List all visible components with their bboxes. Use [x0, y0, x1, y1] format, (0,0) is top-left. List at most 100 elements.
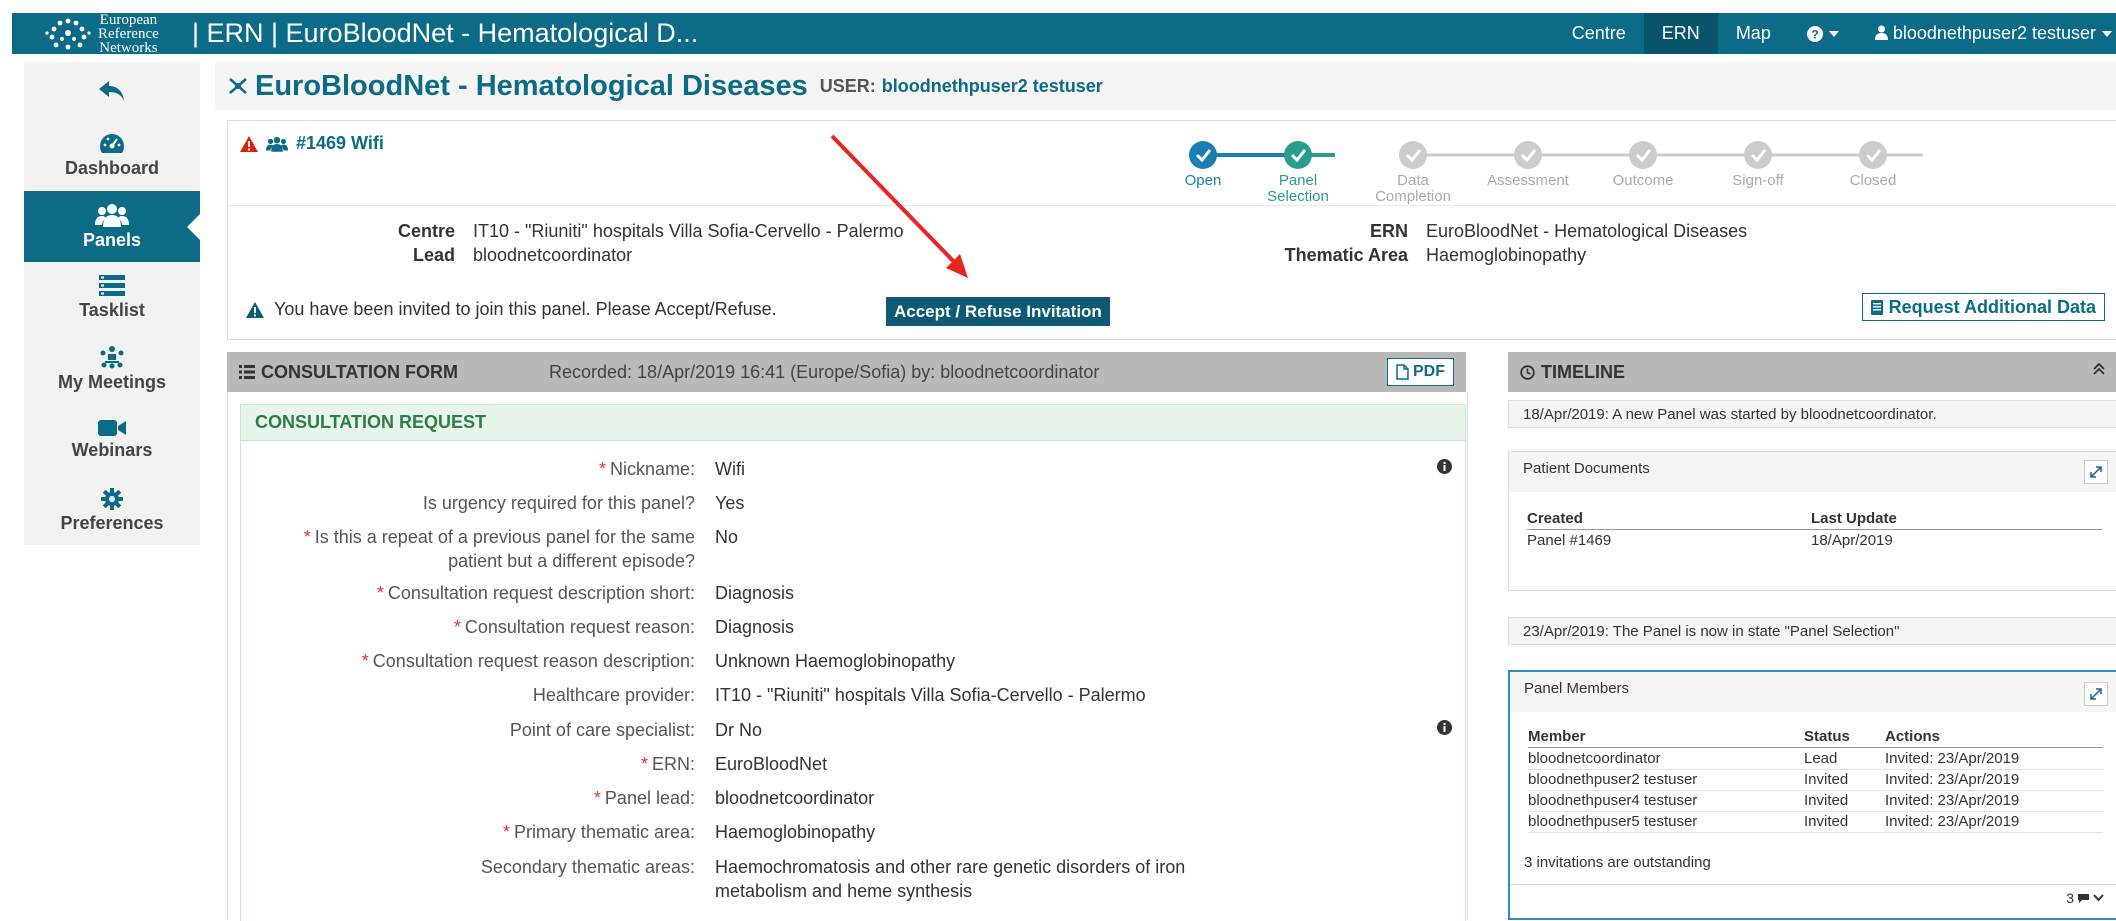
member-status: Invited	[1804, 792, 1849, 809]
timeline-header: TIMELINE	[1508, 352, 2116, 392]
col-last-update: Last Update	[1811, 510, 1897, 527]
lead-value: bloodnetcoordinator	[473, 245, 633, 265]
tasklist-icon	[99, 274, 125, 296]
invite-notice: You have been invited to join this panel…	[246, 299, 777, 320]
col-status: Status	[1804, 728, 1850, 745]
required-marker: *	[640, 754, 648, 774]
field-label: * Consultation request description short:	[255, 581, 695, 605]
users-icon	[266, 136, 288, 152]
nav-map[interactable]: Map	[1718, 13, 1789, 54]
recorded-info: Recorded: 18/Apr/2019 16:41 (Europe/Sofi…	[549, 362, 1100, 382]
field-label: * Consultation request reason description…	[255, 649, 695, 673]
sidebar: Dashboard Panels Tasklist My Meetings We…	[24, 62, 201, 546]
ern-logo[interactable]: European Reference Networks	[44, 12, 159, 56]
field-label-text: Healthcare provider:	[532, 685, 695, 705]
nav-ern[interactable]: ERN	[1643, 13, 1718, 54]
sidebar-item-label: Webinars	[71, 439, 153, 460]
network-icon	[229, 78, 247, 94]
consultation-request-section: CONSULTATION REQUEST * Nickname: Wifi Is ur…	[240, 404, 1466, 921]
field-value: Unknown Haemoglobinopathy	[715, 651, 956, 671]
field-label: Healthcare provider:	[255, 683, 695, 707]
step-node-1[interactable]	[1284, 141, 1312, 169]
sidebar-item-tasklist[interactable]: Tasklist	[24, 262, 200, 333]
step-node-2[interactable]	[1399, 141, 1427, 169]
top-bar: European Reference Networks | ERN | Euro…	[12, 12, 2116, 56]
member-action: Invited: 23/Apr/2019	[1885, 792, 2020, 809]
nav-centre[interactable]: Centre	[1554, 13, 1644, 54]
col-actions: Actions	[1885, 728, 1941, 745]
comments-toggle[interactable]: 3	[2066, 890, 2104, 906]
user-icon	[1874, 25, 1888, 40]
expand-button[interactable]	[2084, 460, 2108, 484]
step-label: Data Completion	[1375, 172, 1451, 205]
field-label: * Panel lead:	[255, 786, 695, 810]
accept-refuse-button[interactable]: Accept / Refuse Invitation	[886, 297, 1110, 326]
ern-logo-icon	[45, 18, 91, 49]
panel-info-right: ERN EuroBloodNet - Hematological Diseases…	[1228, 219, 1748, 267]
pdf-button[interactable]: PDF	[1387, 358, 1454, 386]
panel-id: #1469 Wifi	[240, 133, 384, 154]
reply-arrow-icon	[99, 81, 124, 101]
sidebar-item-label: Dashboard	[64, 157, 160, 178]
member-member: bloodnethpuser4 testuser	[1528, 792, 1698, 809]
sidebar-item-panels[interactable]: Panels	[24, 191, 201, 262]
field-label: * Nickname:	[255, 457, 695, 481]
logo-line-3: Networks	[99, 39, 158, 56]
member-status: Invited	[1804, 771, 1849, 788]
patient-documents-card: Patient Documents Created Last Update Pa…	[1508, 451, 2116, 591]
field-label: * ERN:	[255, 752, 695, 776]
step-node-4[interactable]	[1629, 141, 1657, 169]
outstanding-text: 3 invitations are outstanding	[1524, 854, 1711, 871]
field-value: Haemoglobinopathy	[715, 822, 876, 842]
step-label: Assessment	[1487, 172, 1569, 189]
field-value: Yes	[715, 493, 745, 513]
info-icon[interactable]	[1437, 720, 1452, 735]
logo-line-2: Reference	[98, 25, 159, 42]
header-user-name: bloodnethpuser2 testuser	[881, 76, 1103, 96]
field-label: * Is this a repeat of a previous panel fo…	[255, 525, 695, 573]
ern-value: EuroBloodNet - Hematological Diseases	[1426, 221, 1748, 241]
member-action: Invited: 23/Apr/2019	[1885, 750, 2020, 767]
doc-updated: 18/Apr/2019	[1811, 532, 1893, 549]
step-label: Panel Selection	[1267, 172, 1329, 205]
info-icon[interactable]	[1437, 459, 1452, 474]
field-value: EuroBloodNet	[715, 754, 828, 774]
request-data-button[interactable]: Request Additional Data	[1861, 293, 2105, 321]
help-menu[interactable]: ?	[1789, 13, 1857, 54]
sidebar-item-preferences[interactable]: Preferences	[24, 475, 200, 546]
field-label-text: Point of care specialist:	[509, 720, 695, 740]
chevron-down-icon	[2093, 894, 2104, 902]
sidebar-item-dashboard[interactable]: Dashboard	[24, 120, 200, 191]
member-status: Invited	[1804, 813, 1849, 830]
step-node-6[interactable]	[1859, 141, 1887, 169]
field-value: Wifi	[715, 459, 745, 479]
sidebar-item-label: Tasklist	[79, 299, 145, 320]
comment-icon	[2078, 893, 2089, 903]
timeline-entry: 23/Apr/2019: The Panel is now in state "…	[1508, 617, 2116, 645]
user-label: USER:	[819, 76, 876, 96]
expand-button[interactable]	[2084, 682, 2108, 706]
sidebar-item-my-meetings[interactable]: My Meetings	[24, 333, 200, 404]
field-value: Diagnosis	[715, 583, 795, 603]
collapse-icon[interactable]	[2092, 360, 2106, 381]
card-title: Panel Members	[1510, 672, 2116, 712]
step-node-5[interactable]	[1744, 141, 1772, 169]
pdf-file-icon	[1396, 364, 1409, 380]
consultation-form-header: CONSULTATION FORM Recorded: 18/Apr/2019 …	[227, 352, 1466, 392]
field-value: Haemochromatosis and other rare genetic …	[715, 857, 1186, 901]
member-status: Lead	[1804, 750, 1838, 767]
request-data-label: Request Additional Data	[1888, 297, 2096, 317]
user-menu[interactable]: bloodnethpuser2 testuser	[1857, 13, 2116, 54]
back-button[interactable]	[24, 62, 200, 120]
panel-id-label[interactable]: #1469 Wifi	[296, 133, 384, 154]
form-title-text: CONSULTATION FORM	[261, 362, 458, 382]
expand-icon	[2090, 688, 2102, 700]
step-node-3[interactable]	[1514, 141, 1542, 169]
member-action: Invited: 23/Apr/2019	[1885, 771, 2020, 788]
card-title: Patient Documents	[1509, 452, 2116, 492]
warning-icon	[246, 301, 264, 318]
sidebar-item-webinars[interactable]: Webinars	[24, 404, 200, 475]
logo-text: European Reference Networks	[98, 12, 159, 56]
member-action: Invited: 23/Apr/2019	[1885, 813, 2020, 830]
step-node-0[interactable]	[1189, 141, 1217, 169]
